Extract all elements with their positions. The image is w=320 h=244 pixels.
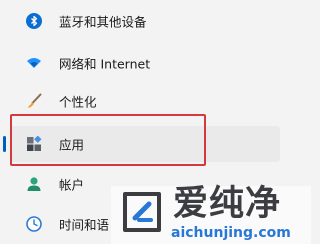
nav-item-bluetooth[interactable]: 蓝牙和其他设备 [10, 3, 280, 39]
selection-indicator [3, 136, 6, 152]
watermark-url: aichunjing.com [171, 225, 291, 241]
watermark: 爱纯净 aichunjing.com [111, 186, 311, 244]
nav-label: 蓝牙和其他设备 [59, 14, 147, 30]
nav-item-network[interactable]: 网络和 Internet [10, 45, 280, 81]
bluetooth-icon [26, 13, 42, 29]
watermark-title: 爱纯净 [173, 184, 282, 224]
brush-icon [26, 93, 42, 109]
highlight-box [10, 114, 206, 166]
nav-label: 个性化 [59, 94, 97, 110]
wifi-icon [26, 55, 42, 71]
nav-label: 网络和 Internet [59, 56, 151, 72]
watermark-logo-icon [119, 190, 165, 234]
nav-label: 时间和语 [59, 217, 110, 233]
account-icon [26, 176, 42, 192]
nav-label: 帐户 [59, 177, 85, 193]
clock-icon [26, 216, 42, 232]
